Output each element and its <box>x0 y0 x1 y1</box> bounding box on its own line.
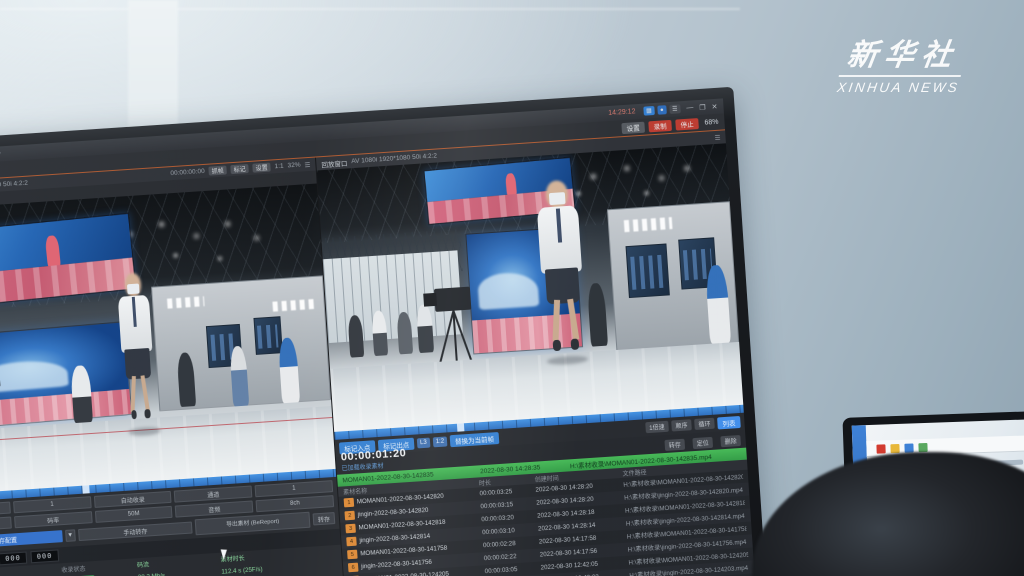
close-button[interactable]: ✕ <box>711 102 717 110</box>
main-monitor: 公共信号制作2号位 - 未命名* 14:29:12 ▦ ● ☰ — ❐ ✕ 信号… <box>0 87 769 576</box>
control-cell[interactable]: 1 <box>13 496 91 513</box>
clip-duration: 00:00:03:05 <box>485 565 537 575</box>
control-cell[interactable]: 50M <box>94 506 172 523</box>
minimize-button[interactable]: — <box>686 104 693 111</box>
clip-number-badge: 6 <box>348 563 359 573</box>
playback-panel-title: 回放窗口 <box>321 157 348 169</box>
util-locate-button[interactable]: 定位 <box>692 437 713 449</box>
clip-duration: 00:00:02:28 <box>483 539 535 549</box>
ingest-timecode: 00:00:00:00 <box>170 168 205 177</box>
settings-icon[interactable]: ☰ <box>669 104 681 114</box>
ceiling-seam <box>0 8 740 10</box>
system-clock: 14:29:12 <box>608 108 636 117</box>
xinhua-logo-chinese: 新华社 <box>838 40 965 77</box>
toggle-l3-button[interactable]: L3 <box>417 437 430 448</box>
level-display: 000 <box>0 552 27 566</box>
secondary-red-icon <box>876 444 885 453</box>
control-cell[interactable]: 音频 <box>175 500 253 517</box>
clip-number-badge: 4 <box>346 537 357 547</box>
playlist-button[interactable]: 列表 <box>717 415 741 428</box>
status-bitrate: 28.2 Mb/s <box>138 568 218 576</box>
secondary-yellow-icon <box>890 444 899 453</box>
control-cell[interactable]: 1 <box>255 480 333 497</box>
person-head <box>752 452 1024 576</box>
storage-percent: 68% <box>704 118 718 126</box>
panel-settings-button[interactable]: 设置 <box>252 163 271 173</box>
clip-duration: 00:00:03:10 <box>482 526 534 536</box>
speed-select[interactable]: 1倍速 <box>645 421 669 434</box>
floor-led-wall <box>0 321 132 429</box>
playback-menu-icon[interactable]: ☰ <box>714 133 720 141</box>
maximize-button[interactable]: ❐ <box>699 103 706 111</box>
clip-number-badge: 5 <box>347 550 358 560</box>
record-button[interactable]: 录制 <box>648 119 672 132</box>
grab-frame-button[interactable]: 抓帧 <box>208 165 227 175</box>
settings-button[interactable]: 设置 <box>621 121 645 134</box>
clip-duration: 00:00:02:22 <box>484 552 536 562</box>
zoom-percent: 32% <box>287 162 300 170</box>
util-transfer-button[interactable]: 转存 <box>664 439 685 451</box>
replace-frame-button[interactable]: 替换为当前帧 <box>450 432 500 447</box>
control-cell[interactable]: 8ch <box>256 495 334 512</box>
stepper-down-icon[interactable]: ▼ <box>65 529 76 542</box>
toggle-ratio-button[interactable]: 1:2 <box>432 436 447 447</box>
menu-icon[interactable]: ☰ <box>304 160 310 168</box>
xinhua-news-watermark: 新华社 XINHUA NEWS <box>836 40 966 95</box>
clip-duration: 00:00:03:20 <box>481 513 533 523</box>
loop-mode-button[interactable]: 循环 <box>694 418 715 430</box>
sequence-mode-button[interactable]: 顺序 <box>671 419 692 431</box>
clip-number-badge: 3 <box>345 524 356 534</box>
control-cell[interactable]: 自动收录 <box>93 491 171 508</box>
mark-button[interactable]: 标记 <box>230 164 249 174</box>
ingest-panel: 收录窗口 AV 1080i 1920*1080 50i 4:2:2 00:00:… <box>0 157 348 576</box>
level-display: 000 <box>30 549 58 563</box>
status-dot-icon[interactable]: ● <box>657 105 667 115</box>
util-delete-button[interactable]: 删除 <box>720 435 741 447</box>
manual-transfer-button[interactable]: 手动转存 <box>78 522 193 542</box>
control-cell[interactable]: 通道 <box>174 485 252 502</box>
clip-duration: 00:00:03:15 <box>480 500 532 510</box>
stop-button[interactable]: 停止 <box>675 118 699 131</box>
secondary-green-icon <box>918 443 927 452</box>
clip-number-badge: 2 <box>344 511 355 521</box>
playback-video-preview[interactable] <box>317 143 743 432</box>
status-col-name: 素材名称 <box>0 566 58 576</box>
zoom-ratio: 1:1 <box>274 163 283 171</box>
clip-duration: 00:00:03:25 <box>479 487 531 497</box>
control-cell[interactable]: 码率 <box>14 511 92 528</box>
playback-panel: 回放窗口 AV 1080i 1920*1080 50i 4:2:2 ☰ <box>316 130 757 576</box>
transfer-button[interactable]: 转存 <box>313 512 336 525</box>
panel-layout-icon[interactable]: ▦ <box>643 106 655 116</box>
ingest-video-preview[interactable] <box>0 184 336 496</box>
xinhua-logo-english: XINHUA NEWS <box>836 80 960 95</box>
clip-number-badge: 1 <box>344 498 355 508</box>
main-screen: 公共信号制作2号位 - 未命名* 14:29:12 ▦ ● ☰ — ❐ ✕ 信号… <box>0 98 757 576</box>
